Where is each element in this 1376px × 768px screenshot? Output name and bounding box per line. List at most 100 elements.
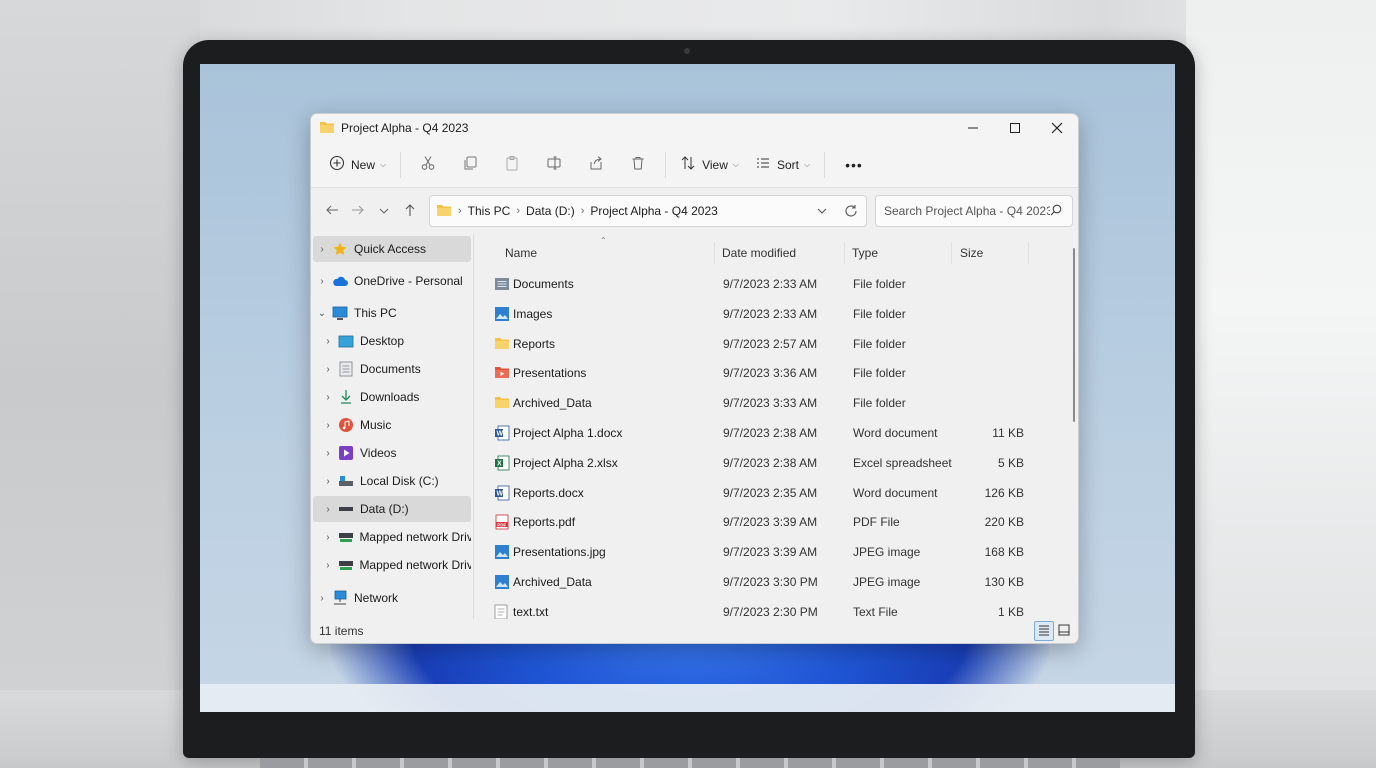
column-date-modified[interactable]: Date modified (722, 238, 796, 268)
nav-mapped-drive-2[interactable]: › Mapped network Driv (319, 552, 471, 578)
clipboard-icon (504, 155, 520, 174)
chevron-right-icon[interactable]: › (319, 392, 337, 403)
svg-text:W: W (497, 431, 504, 438)
breadcrumb-project-alpha[interactable]: Project Alpha - Q4 2023 (590, 204, 717, 218)
chevron-right-icon[interactable]: › (319, 336, 337, 347)
column-divider[interactable] (844, 242, 845, 264)
up-button[interactable] (397, 197, 423, 225)
excel-icon: X (494, 455, 510, 471)
rename-button[interactable] (533, 149, 575, 181)
presentations-folder-icon (494, 365, 510, 381)
chevron-right-icon[interactable]: › (319, 504, 337, 515)
file-row[interactable]: Reports 9/7/2023 2:57 AM File folder (488, 330, 1030, 358)
breadcrumb-data-d[interactable]: Data (D:) (526, 204, 575, 218)
file-row[interactable]: PDF Reports.pdf 9/7/2023 3:39 AM PDF File 22… (488, 508, 1030, 536)
delete-button[interactable] (617, 149, 659, 181)
chevron-right-icon[interactable]: › (313, 244, 331, 255)
address-bar[interactable]: › This PC › Data (D:) › Project Alpha - … (429, 195, 867, 227)
nav-videos[interactable]: › Videos (319, 440, 471, 466)
paste-button[interactable] (491, 149, 533, 181)
view-button[interactable]: View ⌵ (672, 149, 747, 181)
chevron-down-icon: ⌵ (803, 159, 811, 169)
nav-downloads[interactable]: › Downloads (319, 384, 471, 410)
file-row[interactable]: Documents 9/7/2023 2:33 AM File folder (488, 270, 1030, 298)
tiles-view-button[interactable] (1054, 621, 1074, 641)
nav-this-pc[interactable]: ⌄ This PC (313, 300, 471, 326)
folder-icon (494, 336, 510, 352)
file-date-modified: 9/7/2023 3:39 AM (723, 515, 818, 530)
image-icon (494, 544, 510, 560)
file-size: 11 KB (992, 426, 1024, 440)
nav-quick-access[interactable]: › Quick Access (313, 236, 471, 262)
nav-network[interactable]: › Network (313, 585, 471, 611)
nav-documents[interactable]: › Documents (319, 356, 471, 382)
recent-locations-button[interactable] (371, 197, 397, 225)
more-options-button[interactable]: ••• (831, 149, 871, 181)
monitor-icon (331, 305, 349, 321)
file-list: ⌃ Name Date modified Type Size Documents… (474, 234, 1078, 643)
maximize-button[interactable] (994, 114, 1036, 142)
vertical-scrollbar-thumb[interactable] (1073, 248, 1075, 422)
file-row[interactable]: Archived_Data 9/7/2023 3:33 AM File folder (488, 389, 1030, 417)
breadcrumb-this-pc[interactable]: This PC (468, 204, 511, 218)
file-row[interactable]: W Reports.docx 9/7/2023 2:35 AM Word docume… (488, 479, 1030, 507)
file-row[interactable]: W Project Alpha 1.docx 9/7/2023 2:38 AM Wor… (488, 419, 1030, 447)
file-name: text.txt (513, 604, 549, 619)
file-name: Project Alpha 1.docx (513, 426, 623, 440)
search-box[interactable] (875, 195, 1073, 227)
address-history-button[interactable] (808, 206, 836, 216)
file-type: Text File (853, 604, 898, 619)
chevron-right-icon[interactable]: › (313, 276, 331, 287)
column-divider[interactable] (951, 242, 952, 264)
column-type[interactable]: Type (852, 238, 878, 268)
nav-label: Desktop (360, 334, 405, 348)
close-button[interactable] (1036, 114, 1078, 142)
nav-label: Quick Access (354, 242, 427, 256)
cut-button[interactable] (407, 149, 449, 181)
column-name[interactable]: Name (505, 238, 537, 268)
document-icon (337, 361, 355, 377)
column-divider[interactable] (1028, 242, 1029, 264)
cloud-icon (331, 273, 349, 289)
chevron-right-icon[interactable]: › (319, 364, 337, 375)
nav-desktop[interactable]: › Desktop (319, 328, 471, 354)
nav-onedrive[interactable]: › OneDrive - Personal (313, 268, 471, 294)
chevron-down-icon[interactable]: ⌄ (313, 308, 331, 319)
text-icon (494, 604, 510, 620)
chevron-right-icon[interactable]: › (319, 420, 337, 431)
file-row[interactable]: Presentations 9/7/2023 3:36 AM File folder (488, 359, 1030, 387)
search-input[interactable] (884, 204, 1050, 218)
desktop-icon (337, 333, 355, 349)
nav-music[interactable]: › Music (319, 412, 471, 438)
nav-mapped-drive-1[interactable]: › Mapped network Driv (319, 524, 471, 550)
address-row: › This PC › Data (D:) › Project Alpha - … (311, 188, 1078, 234)
details-view-button[interactable] (1034, 621, 1054, 641)
sort-button[interactable]: Sort ⌵ (747, 149, 818, 181)
file-type: PDF File (853, 515, 900, 530)
minimize-button[interactable] (952, 114, 994, 142)
title-bar: Project Alpha - Q4 2023 (311, 114, 1078, 142)
file-row[interactable]: Presentations.jpg 9/7/2023 3:39 AM JPEG im… (488, 538, 1030, 566)
forward-button[interactable] (345, 197, 371, 225)
nav-data-d[interactable]: › Data (D:) (313, 496, 471, 522)
nav-local-disk-c[interactable]: › Local Disk (C:) (319, 468, 471, 494)
documents-folder-icon (494, 276, 510, 292)
file-row[interactable]: X Project Alpha 2.xlsx 9/7/2023 2:38 AM Exc… (488, 449, 1030, 477)
refresh-button[interactable] (836, 204, 866, 218)
column-size[interactable]: Size (960, 238, 983, 268)
chevron-right-icon[interactable]: › (319, 448, 337, 459)
chevron-right-icon[interactable]: › (319, 560, 337, 571)
toolbar-divider (400, 151, 402, 178)
file-row[interactable]: Archived_Data 9/7/2023 3:30 PM JPEG image 1… (488, 568, 1030, 596)
copy-button[interactable] (449, 149, 491, 181)
share-button[interactable] (575, 149, 617, 181)
column-divider[interactable] (714, 242, 715, 264)
chevron-right-icon[interactable]: › (319, 476, 337, 487)
plus-circle-icon (329, 155, 345, 174)
chevron-right-icon[interactable]: › (319, 532, 337, 543)
back-button[interactable] (319, 197, 345, 225)
word-icon: W (494, 485, 510, 501)
chevron-right-icon[interactable]: › (313, 593, 331, 604)
new-button[interactable]: New ⌵ (321, 149, 394, 181)
file-row[interactable]: Images 9/7/2023 2:33 AM File folder (488, 300, 1030, 328)
